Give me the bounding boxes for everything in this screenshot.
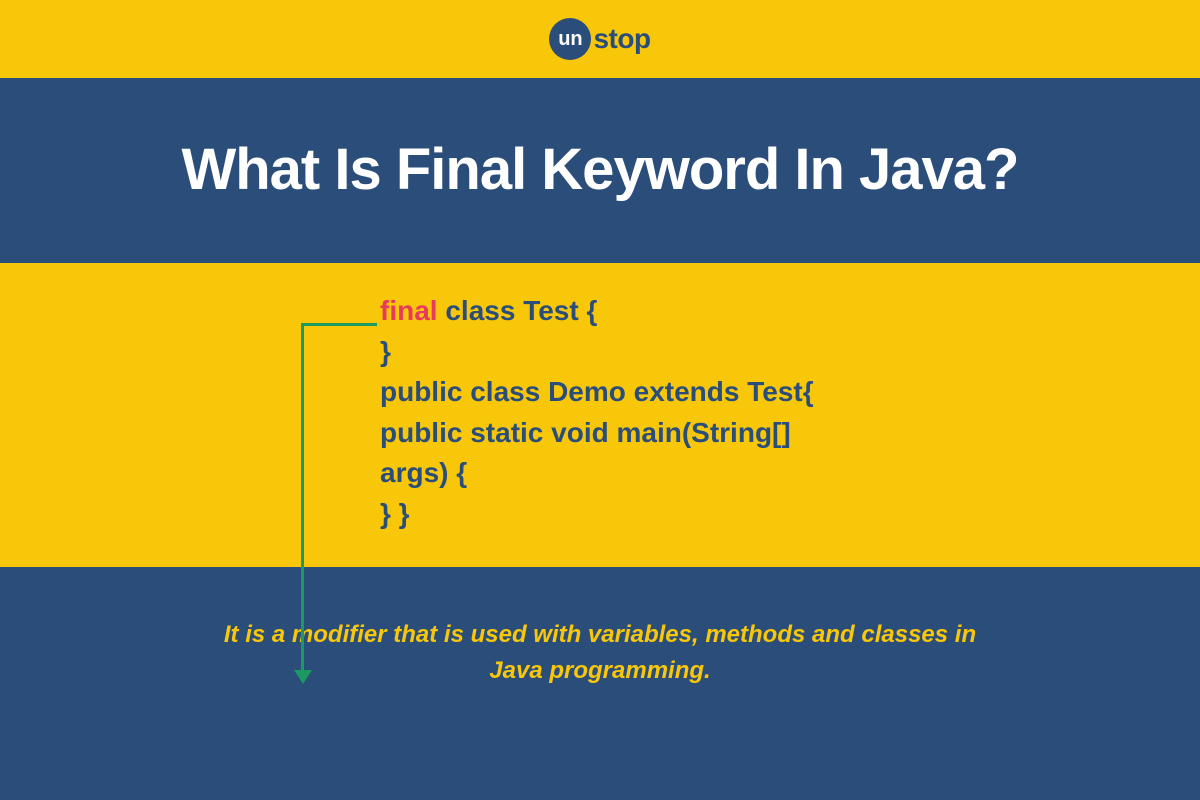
logo-text: stop (593, 23, 650, 55)
page-title: What Is Final Keyword In Java? (70, 136, 1130, 203)
code-block: final class Test { } public class Demo e… (380, 291, 1200, 535)
logo-circle: un (549, 18, 591, 60)
code-section: final class Test { } public class Demo e… (0, 263, 1200, 567)
code-line-6: } } (380, 494, 1200, 535)
keyword-final: final (380, 295, 438, 326)
logo: un stop (549, 18, 650, 60)
annotation-connector-horizontal (301, 323, 377, 326)
code-line-1-rest: class Test { (438, 295, 598, 326)
annotation-connector-vertical (301, 323, 304, 675)
code-line-4: public static void main(String[] (380, 413, 1200, 454)
annotation-arrow-icon (294, 670, 312, 684)
logo-circle-text: un (558, 28, 582, 51)
bottom-section: It is a modifier that is used with varia… (0, 567, 1200, 689)
code-line-2: } (380, 332, 1200, 373)
code-line-3: public class Demo extends Test{ (380, 372, 1200, 413)
code-line-1: final class Test { (380, 291, 1200, 332)
annotation-text: It is a modifier that is used with varia… (220, 617, 980, 689)
title-section: What Is Final Keyword In Java? (0, 78, 1200, 263)
code-line-5: args) { (380, 453, 1200, 494)
header-bar: un stop (0, 0, 1200, 78)
